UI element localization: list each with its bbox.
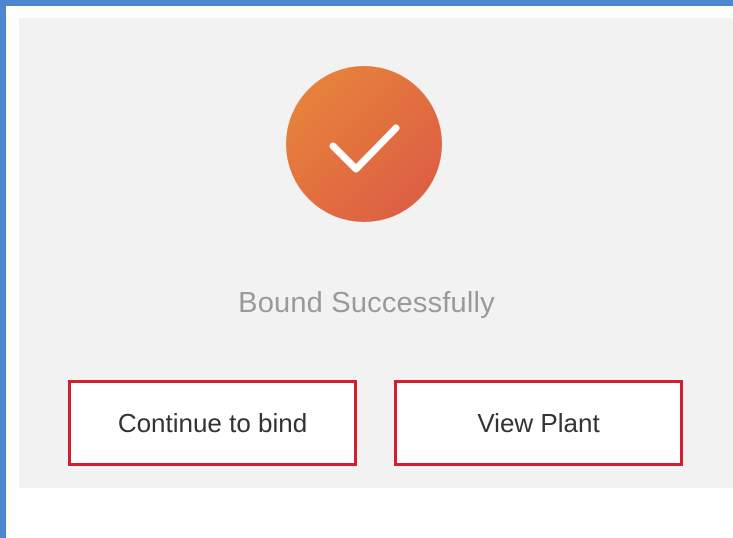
status-message: Bound Successfully (238, 287, 495, 319)
check-circle-icon (286, 66, 442, 222)
view-plant-button[interactable]: View Plant (394, 380, 683, 466)
checkmark-icon (329, 124, 400, 173)
continue-to-bind-button[interactable]: Continue to bind (68, 380, 357, 466)
